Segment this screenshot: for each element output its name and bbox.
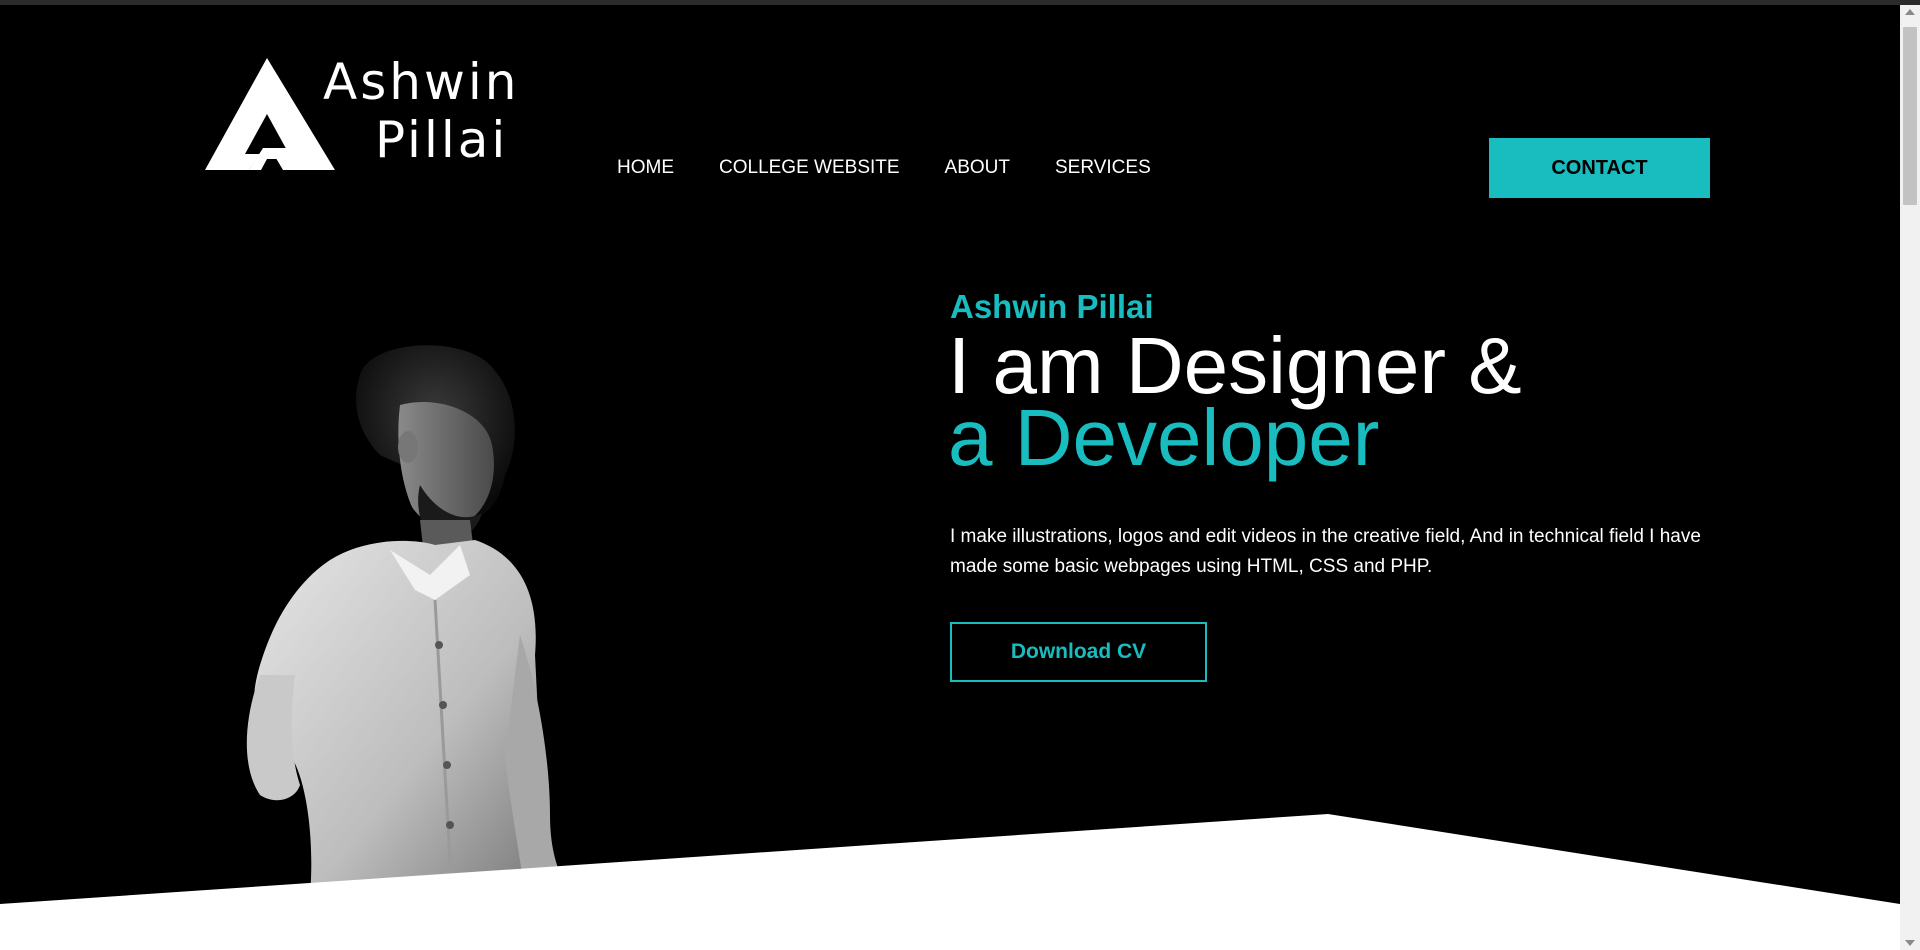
nav-item-college-website[interactable]: COLLEGE WEBSITE (719, 157, 900, 179)
hero-headline: I am Designer & a Developer (948, 326, 1522, 482)
nav-item-services[interactable]: SERVICES (1055, 157, 1151, 179)
window-top-border (0, 0, 1920, 5)
main-nav: HOME COLLEGE WEBSITE ABOUT SERVICES (617, 157, 1196, 179)
logo-line-1: Ashwin (323, 53, 520, 111)
download-cv-button[interactable]: Download CV (950, 622, 1207, 682)
vertical-scrollbar[interactable] (1900, 5, 1920, 950)
site-logo[interactable]: Ashwin Pillai (205, 54, 565, 174)
logo-line-2: Pillai (375, 111, 509, 169)
contact-button[interactable]: CONTACT (1489, 138, 1710, 198)
chevron-up-icon[interactable] (1905, 9, 1915, 15)
hero-headline-line-2: a Developer (948, 393, 1380, 482)
nav-item-home[interactable]: HOME (617, 157, 674, 179)
scrollbar-thumb[interactable] (1903, 27, 1917, 205)
page: Ashwin Pillai HOME COLLEGE WEBSITE ABOUT… (0, 0, 1920, 950)
hero-description: I make illustrations, logos and edit vid… (950, 526, 1701, 577)
chevron-down-icon[interactable] (1905, 940, 1915, 946)
nav-item-about[interactable]: ABOUT (945, 157, 1010, 179)
a-triangle-logo-icon (205, 58, 335, 170)
section-divider-shape (0, 814, 1900, 950)
